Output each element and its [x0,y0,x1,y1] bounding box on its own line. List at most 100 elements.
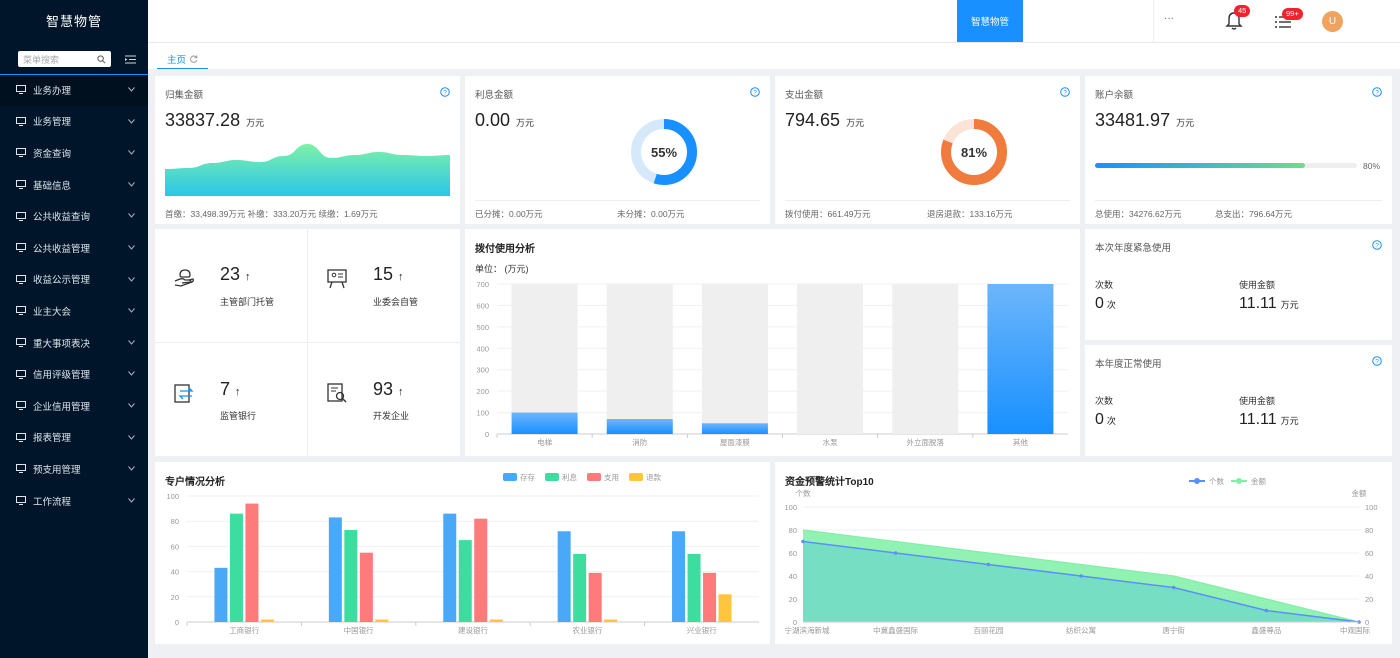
arrow-up-icon: ↑ [235,386,241,398]
emergency-amount-value: 11.11 [1239,295,1277,312]
emergency-title: 本次年度紧急使用 [1095,243,1172,254]
y-tick-label-left: 60 [789,549,797,558]
sidebar-item[interactable]: 工作流程 [0,485,148,517]
bar [672,531,686,622]
guiji-area-series [165,144,450,196]
legend-swatch [545,473,559,481]
stat-value: 7 ↑ [220,379,241,400]
page-tabs: 主页 [148,43,1400,69]
more-icon[interactable]: ··· [1164,13,1174,24]
chevron-down-icon [128,276,135,282]
normal-count-value: 0 [1095,411,1104,428]
x-tick-label: 纺织公寓 [1066,625,1096,635]
help-icon[interactable]: ? [1372,87,1382,97]
y-tick-label: 40 [171,568,179,577]
sidebar-item[interactable]: 信用评级管理 [0,358,148,390]
stat-value: 23 ↑ [220,264,251,285]
bar [328,517,342,622]
top-nav-tab[interactable]: 智慧物管 [957,0,1023,42]
bar [214,567,228,622]
sidebar-item[interactable]: 公共收益管理 [0,232,148,264]
bar [359,552,373,622]
refresh-icon[interactable] [190,54,198,63]
help-icon[interactable]: ? [750,87,760,97]
normal-amount-label: 使用金额 [1239,396,1276,406]
stat-value-text: 15 [373,264,394,284]
guiji-unit: 万元 [246,118,265,128]
sidebar-item-label: 收益公示管理 [33,275,91,287]
sidebar-item[interactable]: 业主大会 [0,295,148,327]
card-usage-analysis: 拨付使用分析 单位： (万元) 0 100 200 300 400 500 600 700 电梯… [465,229,1080,456]
monitor-icon [16,148,26,158]
monitor-icon [16,116,26,126]
sidebar-item[interactable]: 公共收益查询 [0,200,148,232]
bar-background [892,284,959,434]
card-guiji: 归集金额 ? 33837.28 万元 首缴：33,498.39万元 补缴：333.… [155,76,460,224]
help-icon[interactable]: ? [1060,87,1070,97]
sidebar-item[interactable]: 企业信用管理 [0,390,148,422]
sidebar-item[interactable]: 重大事项表决 [0,327,148,359]
tab-home[interactable]: 主页 [157,49,209,69]
normal-count-unit: 次 [1106,416,1116,426]
bar [229,513,243,622]
y-tick-label: 100 [476,409,489,418]
normal-amount-value: 11.11 [1239,411,1277,428]
stat-label: 监管银行 [220,411,257,421]
emergency-count-unit: 次 [1106,300,1116,310]
card-emergency: 本次年度紧急使用 ? 次数 使用金额 0次 11.11 万元 [1085,229,1392,340]
sidebar-item[interactable]: 业务办理 [0,74,148,106]
menu-search-input[interactable]: 菜单搜索 [18,51,111,67]
stat-value: 15 ↑ [373,264,404,285]
arrow-up-icon: ↑ [398,271,404,283]
card-divider [475,200,760,201]
sidebar-item[interactable]: 报表管理 [0,422,148,454]
x-tick-label: 中冀鑫盛国际 [873,625,918,635]
usage-unit-value: (万元) [504,264,529,274]
svg-text:?: ? [1375,242,1379,249]
tab-home-label: 主页 [167,54,187,66]
monitor-icon [16,496,26,506]
lixi-donut-chart: 55% [631,119,697,185]
normal-amount-unit: 万元 [1280,416,1299,426]
legend-label: 支用 [604,472,619,482]
bar [701,423,768,434]
sidebar-item[interactable]: 基础信息 [0,169,148,201]
sidebar-item[interactable]: 业务管理 [0,106,148,138]
user-avatar[interactable]: U [1322,11,1343,32]
zhichu-value: 794.65 [785,110,841,130]
hand-coin-icon [174,269,194,287]
balance-progress-track [1095,163,1357,168]
sidebar-item-label: 信用评级管理 [33,370,91,382]
donut-label: 55% [651,145,677,160]
sidebar-item-label: 业务办理 [33,85,72,97]
search-icon[interactable] [97,54,106,64]
lixi-unit: 万元 [516,118,535,128]
menu-collapse-icon[interactable] [125,55,136,64]
normal-amount: 11.11 万元 [1239,411,1299,429]
sidebar-item-label: 重大事项表决 [33,338,91,350]
sidebar-item[interactable]: 收益公示管理 [0,264,148,296]
sidebar-item[interactable]: 预支用管理 [0,453,148,485]
zhichu-unit: 万元 [846,118,865,128]
x-tick-label: 其他 [1013,437,1028,447]
chevron-down-icon [128,245,135,250]
bar [557,531,571,622]
help-icon[interactable]: ? [440,87,450,97]
bar [245,503,259,622]
zhichu-footer-right: 退房退款：133.16万元 [927,209,1013,219]
x-tick-label: 百丽花园 [973,625,1003,635]
card-title: 支出金额 [785,90,824,101]
data-point [1079,574,1083,578]
card-divider [785,200,1070,201]
help-icon[interactable]: ? [1372,356,1382,366]
chevron-down-icon [128,466,135,471]
y-tick-label: 700 [476,280,489,289]
legend-swatch [629,473,643,481]
sidebar-item[interactable]: 资金查询 [0,137,148,169]
x-tick-label: 消防 [632,437,647,447]
bar [573,553,587,622]
card-divider [1095,200,1382,201]
data-point [893,551,898,555]
card-lixi: 利息金额 ? 0.00 万元 55% 已分摊：0.00万元 未分摊：0.00万元 [465,76,770,224]
help-icon[interactable]: ? [1372,240,1382,250]
